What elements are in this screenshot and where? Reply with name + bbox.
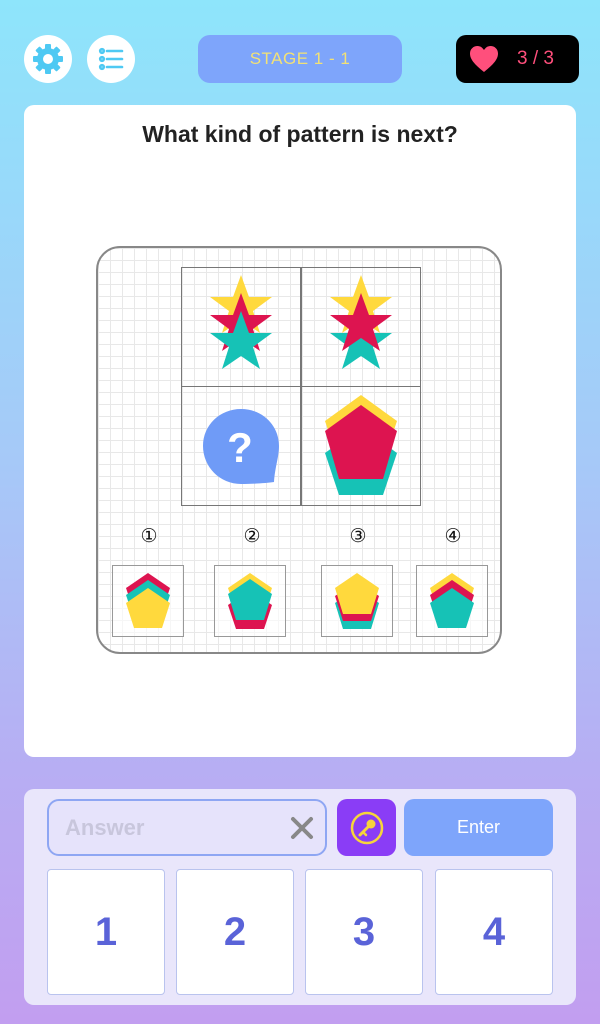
question-text: What kind of pattern is next? [142,121,458,147]
list-icon [98,47,124,71]
three-stars-figure [210,275,272,369]
three-stars-figure [330,275,392,369]
answer-field[interactable] [47,799,327,856]
grid-cell-top-right [301,267,421,387]
option-number-1: ① [140,526,158,547]
enter-button[interactable]: Enter [404,799,553,856]
lives-counter: 3 / 3 [456,35,579,83]
question-mark: ? [227,424,253,471]
gear-icon [33,44,63,74]
three-pentagons-figure [325,395,397,495]
puzzle-board: ? ① ② ③ ④ [96,246,502,654]
heart-icon [470,46,498,72]
option-3-figure[interactable] [321,565,393,637]
answer-panel: Enter 1 2 3 4 [24,789,576,1005]
number-key-1[interactable]: 1 [47,869,165,995]
menu-button[interactable] [87,35,135,83]
grid-cell-bottom-left: ? [181,386,301,506]
hint-key-button[interactable] [337,799,396,856]
grid-cell-bottom-right [301,386,421,506]
question-card: What kind of pattern is next? ? ① ② ③ ④ [24,105,576,757]
settings-button[interactable] [24,35,72,83]
option-number-4: ④ [444,526,462,547]
key-icon [350,811,383,844]
number-key-4[interactable]: 4 [435,869,553,995]
lives-text: 3 / 3 [517,48,554,69]
close-icon[interactable] [289,815,315,841]
stage-label: STAGE 1 - 1 [198,35,402,83]
option-2-figure[interactable] [214,565,286,637]
option-1-figure[interactable] [112,565,184,637]
grid-cell-top-left [181,267,301,387]
question-bubble-icon: ? [203,409,279,484]
number-key-2[interactable]: 2 [176,869,294,995]
option-4-figure[interactable] [416,565,488,637]
option-number-3: ③ [349,526,367,547]
option-number-2: ② [243,526,261,547]
answer-input[interactable] [63,813,277,842]
number-key-3[interactable]: 3 [305,869,423,995]
